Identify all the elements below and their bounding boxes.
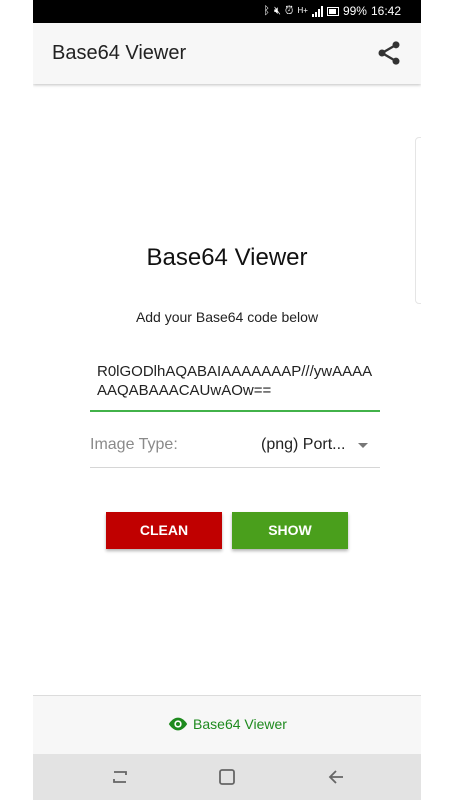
clean-button[interactable]: CLEAN — [106, 512, 222, 549]
share-button[interactable] — [375, 39, 403, 67]
show-button[interactable]: SHOW — [232, 512, 348, 549]
page-subtitle: Add your Base64 code below — [135, 309, 319, 325]
battery-percent: 99% — [342, 4, 367, 18]
phone-screen: ᛒ 🔇︎ ⏰︎ H+ 99% 16:42 Base64 Viewer Base6… — [33, 0, 421, 800]
system-nav-bar — [33, 754, 421, 800]
mute-icon: 🔇︎ — [273, 5, 281, 17]
bottom-tab-content: Base64 Viewer — [33, 716, 421, 732]
status-bar: ᛒ 🔇︎ ⏰︎ H+ 99% 16:42 — [33, 0, 421, 23]
battery-icon — [326, 6, 339, 16]
base64-input[interactable]: R0lGODlhAQABAIAAAAAAAP///ywAAAAAAQABAAAC… — [90, 362, 380, 412]
image-type-select[interactable]: (png) Port... — [261, 436, 345, 454]
app-title: Base64 Viewer — [52, 42, 187, 64]
status-icons: ᛒ 🔇︎ ⏰︎ H+ 99% 16:42 — [263, 4, 401, 18]
recent-apps-icon[interactable] — [108, 766, 132, 788]
clock: 16:42 — [370, 4, 401, 18]
partial-card — [415, 137, 421, 304]
share-icon — [378, 41, 400, 65]
app-bar: Base64 Viewer — [33, 23, 421, 84]
bottom-tab-label: Base64 Viewer — [193, 716, 287, 732]
image-type-label: Image Type: — [90, 436, 178, 453]
page-title: Base64 Viewer — [146, 244, 308, 271]
dropdown-caret-icon[interactable] — [358, 443, 368, 448]
alarm-icon: ⏰︎ — [284, 5, 294, 17]
bottom-tab[interactable]: Base64 Viewer — [33, 695, 421, 755]
back-icon[interactable] — [325, 766, 349, 788]
image-type-divider — [90, 467, 380, 468]
bluetooth-icon: ᛒ — [263, 5, 270, 17]
signal-icon — [311, 5, 323, 17]
hplus-icon: H+ — [297, 6, 308, 15]
eye-icon — [168, 717, 188, 731]
home-icon[interactable] — [215, 766, 239, 788]
